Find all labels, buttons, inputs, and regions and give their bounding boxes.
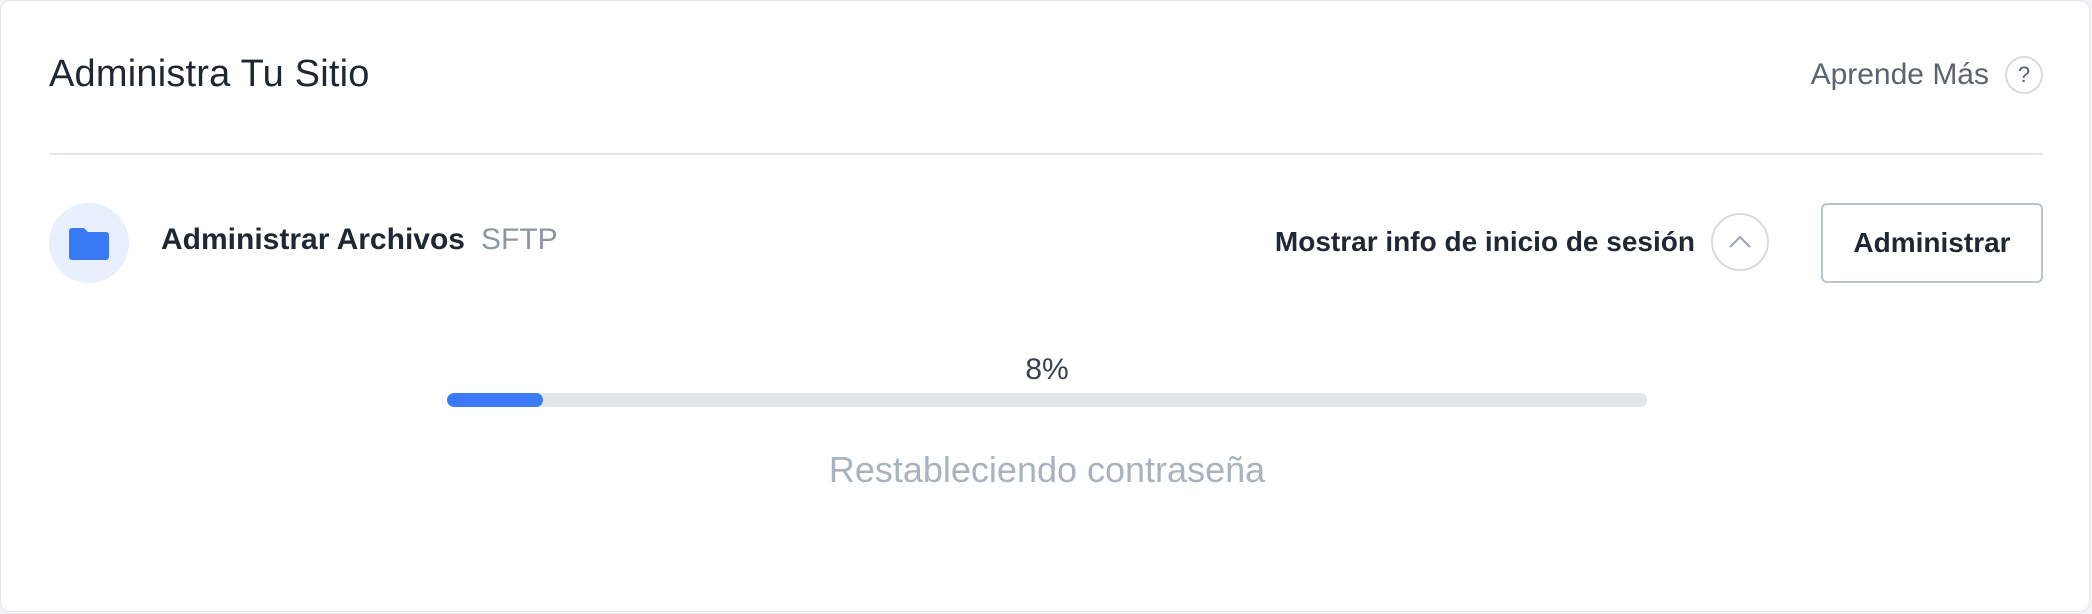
protocol-label: SFTP: [480, 223, 558, 256]
header-divider: [49, 153, 2043, 155]
progress-bar: [447, 393, 1647, 407]
files-row-title: Administrar Archivos SFTP: [161, 223, 558, 257]
question-circle-icon[interactable]: ?: [2005, 56, 2043, 94]
folder-icon: [69, 228, 109, 260]
chevron-up-icon: [1729, 235, 1751, 248]
manage-site-card: Administra Tu Sitio Aprende Más ? Admini…: [0, 0, 2090, 612]
manage-button[interactable]: Administrar: [1821, 203, 2043, 283]
learn-more-link[interactable]: Aprende Más ?: [1811, 56, 2043, 94]
show-login-info-toggle[interactable]: Mostrar info de inicio de sesión: [1275, 213, 1769, 271]
progress-status: Restableciendo contraseña: [828, 449, 1266, 490]
progress-percent: 8%: [1025, 353, 1069, 386]
show-login-info-label: Mostrar info de inicio de sesión: [1274, 226, 1695, 257]
folder-badge: [49, 203, 129, 283]
chevron-up-button[interactable]: [1711, 213, 1769, 271]
manage-files-label: Administrar Archivos: [161, 223, 465, 256]
learn-more-label: Aprende Más: [1810, 58, 1989, 91]
card-title: Administra Tu Sitio: [49, 53, 370, 95]
progress-bar-fill: [447, 393, 543, 407]
